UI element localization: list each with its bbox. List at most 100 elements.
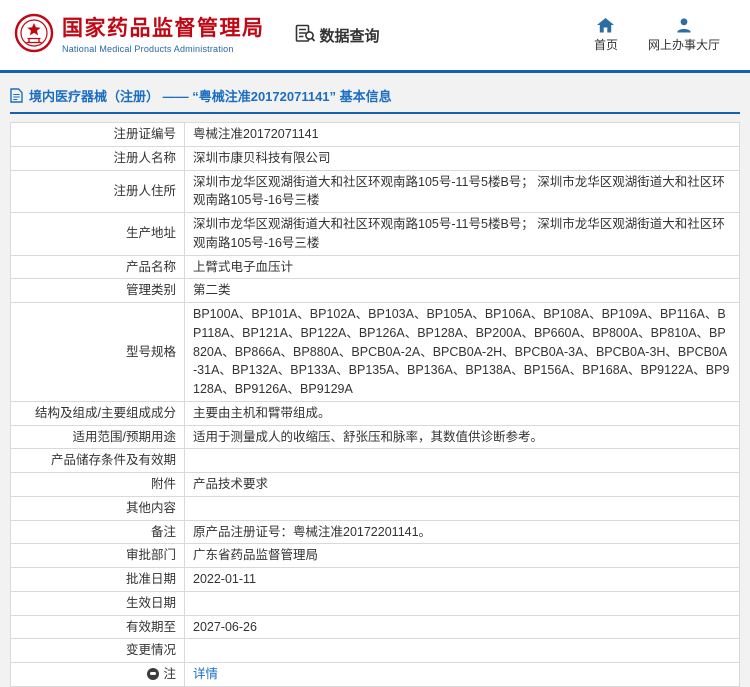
person-icon — [676, 17, 692, 33]
nav-home-label: 首页 — [593, 38, 618, 52]
row-label: 生效日期 — [10, 590, 185, 616]
row-label: 批准日期 — [10, 567, 185, 592]
row-value: 上臂式电子血压计 — [184, 254, 740, 280]
row-value: 产品技术要求 — [184, 472, 740, 497]
row-value: 深圳市龙华区观湖街道大和社区环观南路105号-11号5楼B号； 深圳市龙华区观湖… — [184, 212, 740, 256]
table-row: 型号规格 BP100A、BP101A、BP102A、BP103A、BP105A、B… — [10, 302, 740, 402]
row-value — [184, 590, 740, 616]
row-value: 原产品注册证号：粤械注准20172201141。 — [184, 519, 740, 545]
table-row: 产品名称 上臂式电子血压计 — [10, 254, 740, 280]
row-label-text: 适用范围/预期用途 — [72, 429, 176, 444]
table-row: 管理类别 第二类 — [10, 278, 740, 303]
table-row: 审批部门 广东省药品监督管理局 — [10, 543, 740, 568]
row-label-text: 产品名称 — [125, 259, 176, 274]
breadcrumb: 境内医疗器械（注册） —— “粤械注准20172071141” 基本信息 — [10, 86, 740, 114]
row-label: 变更情况 — [10, 638, 185, 663]
row-label-text: 产品储存条件及有效期 — [50, 453, 176, 468]
site-subtitle: National Medical Products Administration — [62, 43, 234, 54]
row-label-text: 注册证编号 — [113, 127, 176, 141]
row-label-text: 注册人住所 — [113, 183, 176, 198]
row-value: 2027-06-26 — [184, 614, 740, 640]
table-row: 批准日期 2022-01-11 — [10, 567, 740, 592]
row-value: 详情 — [184, 662, 740, 687]
row-label: 产品储存条件及有效期 — [10, 448, 185, 473]
row-label: 注册证编号 — [10, 122, 185, 147]
row-label: 结构及组成/主要组成成分 — [10, 400, 185, 426]
row-value: 第二类 — [184, 278, 740, 303]
row-value — [184, 638, 740, 663]
detail-link[interactable]: 详情 — [193, 667, 218, 681]
page: 国家药品监督管理局 National Medical Products Admi… — [0, 0, 750, 687]
row-label-text: 有效期至 — [125, 619, 176, 634]
row-label-text: 注 — [163, 667, 176, 681]
row-label: 型号规格 — [10, 302, 185, 402]
row-label: 审批部门 — [10, 543, 185, 568]
data-query-tab[interactable]: 数据查询 — [295, 24, 380, 47]
row-label-text: 批准日期 — [125, 572, 176, 586]
row-value: BP100A、BP101A、BP102A、BP103A、BP105A、BP106… — [184, 302, 740, 402]
row-label-text: 注册人名称 — [113, 150, 176, 165]
row-label: 其他内容 — [10, 495, 185, 521]
row-value — [184, 448, 740, 473]
row-label-text: 备注 — [150, 524, 176, 539]
site-header: 国家药品监督管理局 National Medical Products Admi… — [0, 0, 750, 73]
info-table: 注册证编号 粤械注准20172071141 注册人名称 深圳市康贝科技有限公司 注册人住… — [10, 122, 740, 687]
content-area: 境内医疗器械（注册） —— “粤械注准20172071141” 基本信息 注册证… — [0, 86, 750, 687]
home-icon — [597, 17, 615, 33]
row-label-text: 其他内容 — [125, 500, 176, 515]
national-emblem-logo — [14, 12, 54, 59]
row-label: 注册人名称 — [10, 145, 185, 171]
table-row: 注册人名称 深圳市康贝科技有限公司 — [10, 145, 740, 171]
note-icon — [147, 668, 160, 680]
row-label: 产品名称 — [10, 254, 185, 280]
table-row: 适用范围/预期用途 适用于测量成人的收缩压、舒张压和脉率，其数值供诊断参考。 — [10, 424, 740, 450]
table-row: 生产地址 深圳市龙华区观湖街道大和社区环观南路105号-11号5楼B号； 深圳市龙… — [10, 212, 740, 256]
info-table-body: 注册证编号 粤械注准20172071141 注册人名称 深圳市康贝科技有限公司 注册人住… — [10, 122, 740, 687]
row-label-text: 生产地址 — [125, 226, 176, 241]
table-row: 注 详情 — [10, 662, 740, 687]
row-label: 注册人住所 — [10, 169, 185, 213]
table-row: 产品储存条件及有效期 — [10, 448, 740, 473]
row-value: 深圳市康贝科技有限公司 — [184, 145, 740, 171]
table-row: 其他内容 — [10, 495, 740, 521]
row-label-text: 结构及组成/主要组成成分 — [35, 405, 176, 420]
row-label-text: 变更情况 — [125, 643, 176, 658]
site-logo[interactable]: 国家药品监督管理局 National Medical Products Admi… — [14, 12, 265, 59]
table-row: 结构及组成/主要组成成分 主要由主机和臂带组成。 — [10, 400, 740, 426]
row-label: 管理类别 — [10, 278, 185, 303]
row-value: 主要由主机和臂带组成。 — [184, 400, 740, 426]
table-row: 备注 原产品注册证号：粤械注准20172201141。 — [10, 519, 740, 545]
nav-service-hall[interactable]: 网上办事大厅 — [648, 17, 720, 53]
row-label: 附件 — [10, 472, 185, 497]
row-value — [184, 495, 740, 521]
row-label-text: 管理类别 — [125, 283, 176, 298]
logo-text: 国家药品监督管理局 National Medical Products Admi… — [62, 16, 265, 53]
row-label: 备注 — [10, 519, 185, 545]
table-row: 生效日期 — [10, 590, 740, 616]
table-row: 注册证编号 粤械注准20172071141 — [10, 122, 740, 147]
nav-service-hall-label: 网上办事大厅 — [647, 38, 720, 52]
row-value: 粤械注准20172071141 — [184, 122, 740, 147]
header-nav: 首页 网上办事大厅 — [594, 17, 736, 53]
row-label: 注 — [10, 662, 185, 687]
row-value: 2022-01-11 — [184, 567, 740, 592]
row-value: 深圳市龙华区观湖街道大和社区环观南路105号-11号5楼B号； 深圳市龙华区观湖… — [184, 169, 740, 213]
row-label: 生产地址 — [10, 212, 185, 256]
row-value: 广东省药品监督管理局 — [184, 543, 740, 568]
site-title: 国家药品监督管理局 — [62, 17, 265, 41]
row-label: 有效期至 — [10, 614, 185, 640]
table-row: 有效期至 2027-06-26 — [10, 614, 740, 640]
table-row: 附件 产品技术要求 — [10, 472, 740, 497]
document-icon — [10, 88, 23, 103]
nav-home[interactable]: 首页 — [594, 17, 618, 53]
row-value: 适用于测量成人的收缩压、舒张压和脉率，其数值供诊断参考。 — [184, 424, 740, 450]
data-query-label: 数据查询 — [319, 27, 380, 45]
row-label: 适用范围/预期用途 — [10, 424, 185, 450]
table-row: 注册人住所 深圳市龙华区观湖街道大和社区环观南路105号-11号5楼B号； 深圳市… — [10, 169, 740, 213]
row-label-text: 审批部门 — [125, 548, 176, 563]
row-label-text: 生效日期 — [125, 595, 176, 610]
breadcrumb-text: 境内医疗器械（注册） —— “粤械注准20172071141” 基本信息 — [29, 89, 392, 104]
row-label-text: 附件 — [150, 477, 176, 491]
row-label-text: 型号规格 — [125, 344, 176, 359]
data-query-icon — [295, 24, 315, 47]
